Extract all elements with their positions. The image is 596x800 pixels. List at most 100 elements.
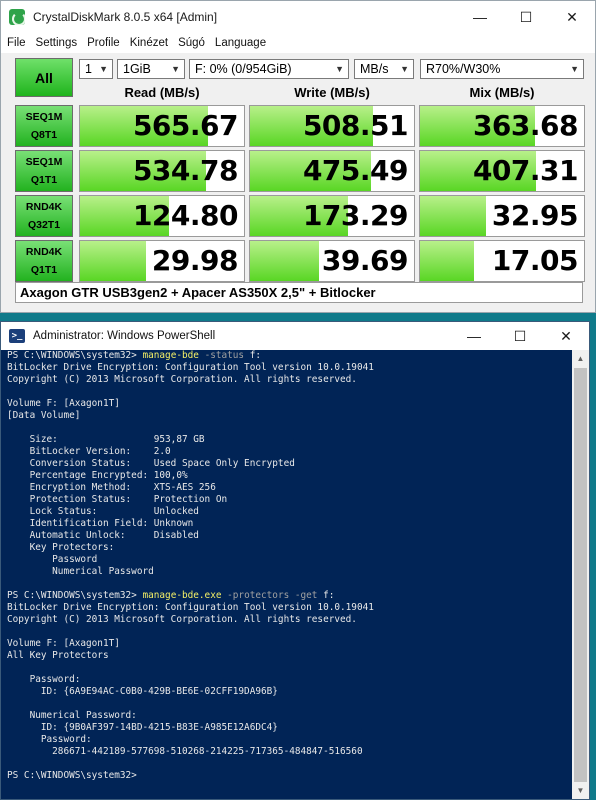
test-count-value: 1: [85, 62, 92, 76]
console-line: ID: {6A9E94AC-C0B0-429B-BE6E-02CFF19DA96…: [7, 686, 573, 698]
profile-select[interactable]: R70%/W30% ▼: [420, 59, 584, 79]
menu-bar: File Settings Profile Kinézet Súgó Langu…: [1, 33, 595, 53]
console-line: Identification Field: Unknown: [7, 518, 573, 530]
ps-titlebar[interactable]: >_ Administrator: Windows PowerShell — ☐…: [1, 322, 589, 350]
menu-profile[interactable]: Profile: [87, 37, 120, 49]
write-value: 39.69: [321, 244, 409, 277]
result-bar: [420, 241, 475, 281]
console-text: Conversion Status: Used Space Only Encry…: [7, 458, 295, 469]
console-text: Protection Status: Protection On: [7, 494, 228, 505]
console-line: Copyright (C) 2013 Microsoft Corporation…: [7, 374, 573, 386]
test-params: Q32T1: [27, 219, 61, 231]
console-text: Size: 953,87 GB: [7, 434, 205, 445]
console-text: PS C:\WINDOWS\system32>: [7, 350, 143, 361]
cdm-titlebar[interactable]: CrystalDiskMark 8.0.5 x64 [Admin] — ☐ ✕: [1, 1, 595, 33]
menu-language[interactable]: Language: [215, 37, 266, 49]
console-line: PS C:\WINDOWS\system32> manage-bde.exe -…: [7, 590, 573, 602]
console-line: Protection Status: Protection On: [7, 494, 573, 506]
maximize-icon[interactable]: ☐: [497, 322, 543, 350]
console-line: Lock Status: Unlocked: [7, 506, 573, 518]
test-name: SEQ1M: [25, 156, 63, 168]
console-text: Identification Field: Unknown: [7, 518, 194, 529]
menu-theme[interactable]: Kinézet: [130, 37, 168, 49]
scroll-down-icon[interactable]: ▼: [572, 782, 589, 799]
drive-select[interactable]: F: 0% (0/954GiB) ▼: [189, 59, 349, 79]
console-line: Password:: [7, 734, 573, 746]
console-line: Percentage Encrypted: 100,0%: [7, 470, 573, 482]
minimize-icon[interactable]: —: [451, 322, 497, 350]
result-bar: [250, 241, 319, 281]
close-icon[interactable]: ✕: [549, 1, 595, 33]
write-result-cell: 508.51: [249, 105, 415, 147]
read-result-cell: 534.78: [79, 150, 245, 192]
console-line: 286671-442189-577698-510268-214225-71736…: [7, 746, 573, 758]
test-count-select[interactable]: 1 ▼: [79, 59, 113, 79]
cdm-window-title: CrystalDiskMark 8.0.5 x64 [Admin]: [33, 10, 218, 24]
test-name: SEQ1M: [25, 111, 63, 123]
console-command: manage-bde: [142, 350, 199, 361]
console-text: Password: [7, 554, 98, 565]
console-text: BitLocker Drive Encryption: Configuratio…: [7, 602, 374, 613]
read-value: 124.80: [132, 199, 239, 232]
test-params: Q1T1: [30, 264, 58, 276]
run-all-button[interactable]: All: [15, 58, 73, 97]
console-text: f:: [317, 590, 335, 601]
maximize-icon[interactable]: ☐: [503, 1, 549, 33]
write-result-cell: 475.49: [249, 150, 415, 192]
mix-header: Mix (MB/s): [469, 85, 535, 100]
console-parameter: -protectors -get: [221, 590, 318, 601]
profile-value: R70%/W30%: [426, 62, 501, 76]
console-text: Numerical Password:: [7, 710, 137, 721]
console-line: Password:: [7, 674, 573, 686]
read-result-cell: 124.80: [79, 195, 245, 237]
mix-value: 17.05: [491, 244, 579, 277]
console-text: All Key Protectors: [7, 650, 109, 661]
result-bar: [420, 196, 486, 236]
comment-field[interactable]: Axagon GTR USB3gen2 + Apacer AS350X 2,5"…: [15, 282, 583, 303]
test-button[interactable]: RND4K Q1T1: [15, 240, 73, 282]
console-text: ID: {6A9E94AC-C0B0-429B-BE6E-02CFF19DA96…: [7, 686, 278, 697]
console-text: Automatic Unlock: Disabled: [7, 530, 199, 541]
scroll-up-icon[interactable]: ▲: [572, 350, 589, 367]
console-parameter: -status: [198, 350, 245, 361]
console-line: BitLocker Version: 2.0: [7, 446, 573, 458]
read-value: 534.78: [132, 154, 239, 187]
console-text: Lock Status: Unlocked: [7, 506, 199, 517]
console-text: PS C:\WINDOWS\system32>: [7, 770, 137, 781]
chevron-down-icon: ▼: [400, 64, 409, 74]
console-line: All Key Protectors: [7, 650, 573, 662]
console-line: Size: 953,87 GB: [7, 434, 573, 446]
menu-settings[interactable]: Settings: [36, 37, 78, 49]
console-line: Automatic Unlock: Disabled: [7, 530, 573, 542]
unit-select[interactable]: MB/s ▼: [354, 59, 414, 79]
mix-value: 407.31: [472, 154, 579, 187]
drive-value: F: 0% (0/954GiB): [195, 62, 292, 76]
mix-value: 363.68: [472, 109, 579, 142]
menu-help[interactable]: Súgó: [178, 37, 205, 49]
console-scrollbar[interactable]: ▲ ▼: [572, 350, 589, 799]
close-icon[interactable]: ✕: [543, 322, 589, 350]
console-line: Key Protectors:: [7, 542, 573, 554]
unit-value: MB/s: [360, 62, 389, 76]
console-line: Copyright (C) 2013 Microsoft Corporation…: [7, 614, 573, 626]
read-result-cell: 565.67: [79, 105, 245, 147]
ps-window-title: Administrator: Windows PowerShell: [33, 330, 216, 342]
test-size-select[interactable]: 1GiB ▼: [117, 59, 185, 79]
menu-file[interactable]: File: [7, 37, 26, 49]
console-output[interactable]: PS C:\WINDOWS\system32> manage-bde -stat…: [7, 350, 573, 799]
console-text: Password:: [7, 734, 92, 745]
console-text: Copyright (C) 2013 Microsoft Corporation…: [7, 614, 357, 625]
console-text: Volume F: [Axagon1T]: [7, 398, 120, 409]
test-button[interactable]: SEQ1M Q1T1: [15, 150, 73, 192]
test-button[interactable]: RND4K Q32T1: [15, 195, 73, 237]
write-value: 508.51: [302, 109, 409, 142]
minimize-icon[interactable]: —: [457, 1, 503, 33]
scrollbar-thumb[interactable]: [574, 368, 587, 782]
console-line: PS C:\WINDOWS\system32> manage-bde -stat…: [7, 350, 573, 362]
test-button[interactable]: SEQ1M Q8T1: [15, 105, 73, 147]
read-value: 29.98: [151, 244, 239, 277]
